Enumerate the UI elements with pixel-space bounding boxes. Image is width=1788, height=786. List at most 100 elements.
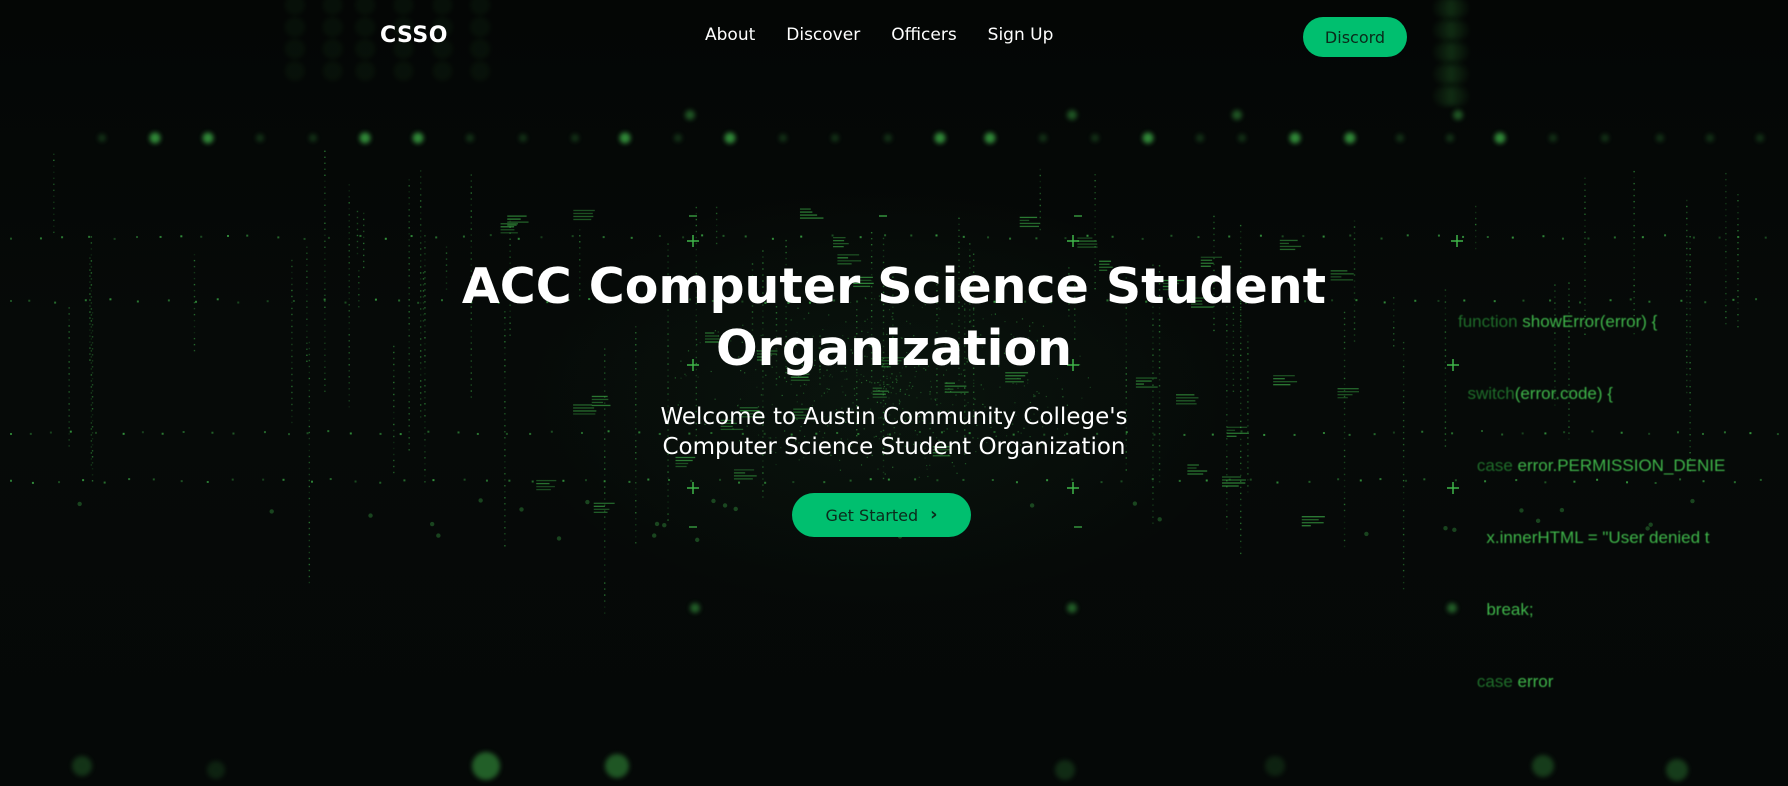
- nav-link-officers[interactable]: Officers: [891, 25, 956, 45]
- background-glyph: [883, 381, 885, 383]
- background-glyph: [90, 398, 93, 400]
- background-glyph: [324, 300, 326, 302]
- background-glyph: [962, 478, 965, 481]
- background-dot: [149, 132, 161, 144]
- background-glyph: [324, 216, 326, 218]
- background-glyph: [1689, 440, 1691, 442]
- background-glyph: [1046, 479, 1049, 482]
- background-glyph: [1019, 216, 1038, 219]
- background-glyph: [90, 266, 93, 268]
- background-glyph: [1062, 396, 1064, 398]
- background-glyph: [90, 368, 93, 370]
- background-glyph: [470, 222, 473, 224]
- background-glyph: [1620, 431, 1623, 434]
- background-glyph: [604, 558, 606, 560]
- background-glyph: [635, 482, 637, 484]
- background-glyph: [408, 251, 410, 253]
- background-glyph: [1322, 235, 1325, 238]
- discord-button[interactable]: Discord: [1303, 17, 1407, 57]
- background-glyph: [193, 295, 196, 298]
- background-dot: [571, 134, 579, 142]
- background-glyph: [308, 455, 311, 458]
- background-glyph: [1444, 355, 1447, 357]
- background-glyph: [1343, 527, 1346, 530]
- background-glyph: [419, 398, 422, 400]
- background-glyph: [1348, 433, 1351, 436]
- background-glyph: [1240, 468, 1242, 471]
- background-glyph: [1554, 308, 1556, 310]
- background-glyph: [1152, 504, 1154, 506]
- background-dot: [1446, 85, 1468, 107]
- background-glyph: [1343, 407, 1346, 410]
- background-glyph: [1247, 467, 1249, 469]
- background-glyph: [764, 481, 767, 484]
- background-glyph: [10, 479, 12, 482]
- background-glyph: [854, 394, 856, 397]
- background-glyph: [68, 385, 70, 387]
- background-glyph: [348, 190, 350, 192]
- background-glyph: [1343, 509, 1346, 512]
- background-glyph: [424, 253, 426, 255]
- background-glyph: [348, 334, 350, 336]
- background-glyph: [1402, 509, 1405, 512]
- background-glyph: [419, 188, 422, 190]
- background-glyph: [687, 240, 699, 242]
- background-glyph: [1633, 314, 1635, 317]
- background-glyph: [308, 545, 311, 548]
- background-glyph: [90, 386, 93, 388]
- nav-link-discover[interactable]: Discover: [786, 25, 860, 45]
- nav-link-sign-up[interactable]: Sign Up: [988, 25, 1054, 45]
- background-glyph: [356, 222, 359, 225]
- background-glyph: [1554, 392, 1556, 394]
- background-glyph: [1094, 221, 1096, 224]
- background-glyph: [1444, 445, 1447, 447]
- background-glyph: [714, 398, 716, 400]
- background-glyph: [872, 387, 882, 389]
- background-glyph: [1226, 468, 1228, 470]
- background-glyph: [695, 230, 698, 233]
- site-logo[interactable]: CSSO: [380, 23, 448, 48]
- background-glyph: [89, 311, 91, 313]
- background-glyph: [1135, 386, 1158, 388]
- background-dot: [652, 533, 657, 538]
- background-glyph: [936, 398, 938, 400]
- background-glyph: [1094, 197, 1096, 200]
- background-glyph: [1176, 397, 1199, 399]
- background-glyph: [1444, 343, 1447, 345]
- background-glyph: [1158, 385, 1161, 387]
- background-glyph: [1094, 239, 1096, 242]
- background-glyph: [141, 431, 144, 434]
- nav-link-about[interactable]: About: [705, 25, 755, 45]
- background-glyph: [90, 296, 93, 298]
- background-glyph: [419, 170, 422, 172]
- background-glyph: [1402, 413, 1405, 416]
- background-glyph: [1704, 301, 1707, 304]
- background-glyph: [90, 404, 93, 406]
- background-glyph: [1402, 515, 1405, 518]
- background-glyph: [1402, 419, 1405, 422]
- background-glyph: [936, 380, 938, 382]
- background-glyph: [1725, 226, 1727, 229]
- background-glyph: [1444, 373, 1447, 375]
- background-glyph: [308, 533, 311, 536]
- background-dot: [674, 134, 682, 142]
- background-glyph: [604, 534, 606, 536]
- background-glyph: [1633, 194, 1635, 197]
- background-glyph: [1213, 215, 1215, 218]
- background-glyph: [1353, 220, 1356, 222]
- nav-links: About Discover Officers Sign Up: [705, 25, 1053, 45]
- background-glyph: [1686, 361, 1688, 364]
- background-glyph: [695, 392, 698, 395]
- background-glyph: [964, 381, 966, 383]
- background-glyph: [324, 240, 326, 242]
- background-glyph: [1481, 430, 1484, 433]
- background-glyph: [1343, 503, 1346, 506]
- get-started-button[interactable]: Get Started ›: [792, 493, 971, 537]
- background-glyph: [348, 232, 350, 234]
- background-glyph: [1444, 319, 1447, 321]
- background-dot: [1232, 110, 1242, 120]
- background-glyph: [89, 257, 91, 259]
- background-glyph: [1279, 245, 1302, 248]
- background-glyph: [1273, 384, 1291, 386]
- background-glyph: [1152, 492, 1154, 494]
